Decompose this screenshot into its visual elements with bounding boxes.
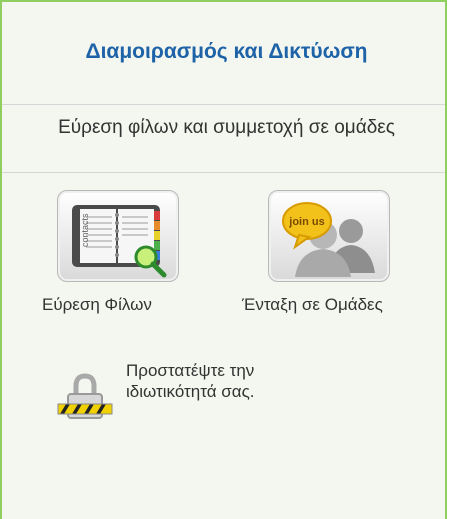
panel-title: Διαμοιρασμός και Δικτύωση [85,40,368,63]
privacy-link[interactable]: Προστατέψτε την ιδιωτικότητά σας. [126,360,336,402]
join-bubble-label: join us [288,216,324,228]
join-groups-label[interactable]: Ένταξη σε Ομάδες [242,295,383,315]
divider [2,104,445,105]
divider [2,172,445,173]
padlock-icon[interactable] [54,372,116,424]
sharing-networking-panel: Διαμοιρασμός και Δικτύωση Εύρεση φίλων κ… [0,0,447,519]
contacts-book-label: contacts [80,213,90,247]
join-us-group-icon: join us [282,202,375,277]
join-groups-button[interactable]: join us [268,190,390,282]
panel-subtitle: Εύρεση φίλων και συμμετοχή σε ομάδες [58,117,395,138]
find-friends-label[interactable]: Εύρεση Φίλων [42,295,152,315]
find-friends-button[interactable]: contacts [57,190,179,282]
contacts-book-icon: contacts [72,205,167,278]
